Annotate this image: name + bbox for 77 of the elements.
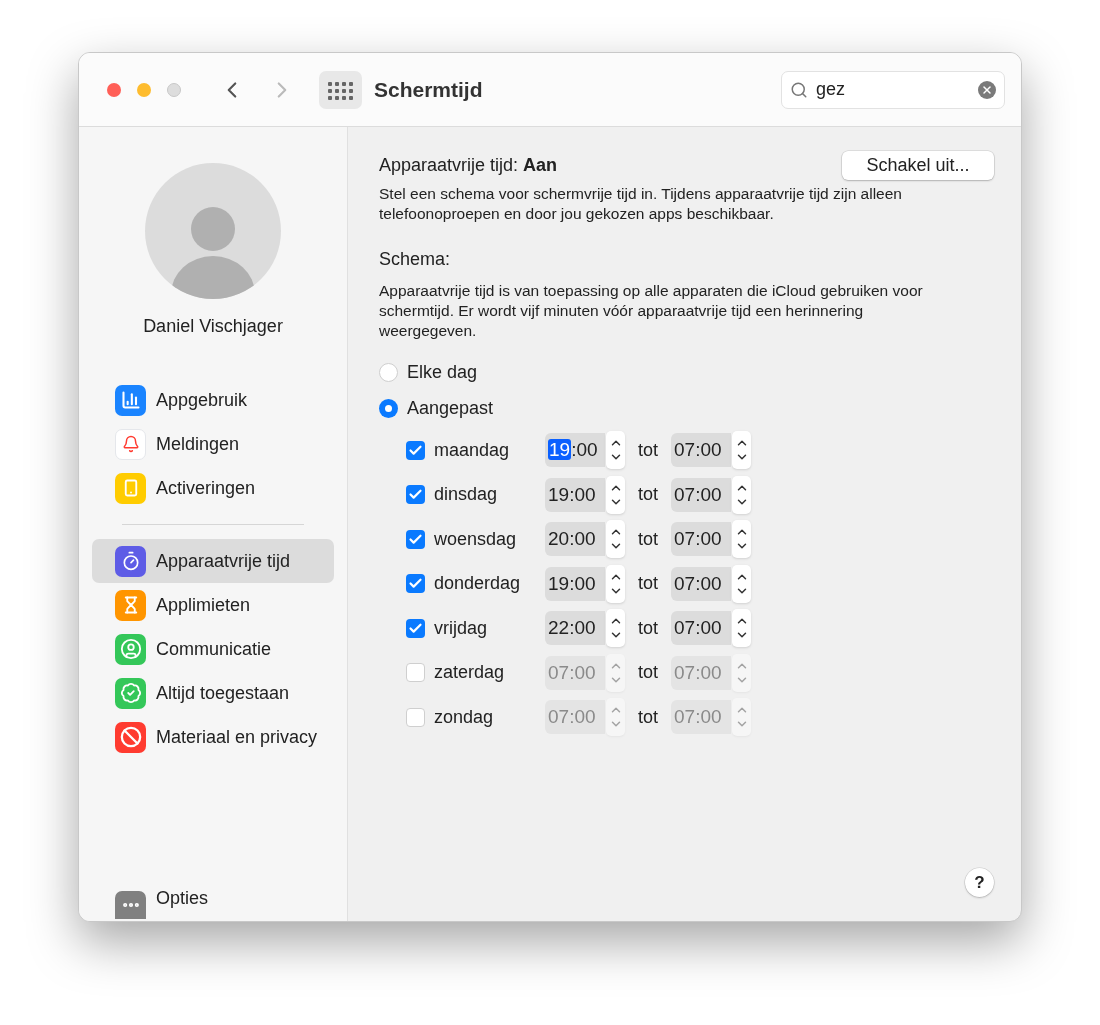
stepper-control[interactable] <box>732 609 751 648</box>
sidebar-item[interactable]: Meldingen <box>92 422 334 466</box>
checkbox[interactable] <box>406 529 425 549</box>
window-title: Schermtijd <box>374 76 483 103</box>
stepper-control[interactable] <box>732 475 751 514</box>
stepper-control[interactable] <box>606 520 625 559</box>
schedule-description: Apparaatvrije tijd is van toepassing op alle apparaten die iCloud gebruiken voor schermtijd. Er wordt vijf minuten vóór apparaatvrije tijd een herinnering weergegeven. <box>379 281 924 341</box>
sidebar-item[interactable]: Activeringen <box>92 466 334 510</box>
checkbox[interactable] <box>406 485 425 505</box>
time-field[interactable]: 07:00 <box>671 477 731 512</box>
search-field[interactable]: gez <box>781 70 1005 109</box>
time-field[interactable]: 19:00 <box>545 566 605 601</box>
radio-button[interactable] <box>379 363 398 382</box>
day-label: zondag <box>434 705 495 729</box>
day-label: dinsdag <box>434 483 499 507</box>
help-button[interactable]: ? <box>965 868 994 897</box>
user-name: Daniel Vischjager <box>143 315 283 338</box>
radio-button[interactable] <box>379 399 398 418</box>
sidebar-item[interactable]: Applimieten <box>92 583 334 627</box>
time-field[interactable]: 07:00 <box>671 566 731 601</box>
stepper-control[interactable] <box>732 431 751 470</box>
to-label: tot <box>637 661 659 685</box>
checkbox[interactable] <box>406 707 425 727</box>
ban-icon <box>115 721 146 753</box>
sidebar-item[interactable]: Appgebruik <box>92 378 334 422</box>
selected-hours: 19 <box>548 439 572 460</box>
time-field[interactable]: 20:00 <box>545 522 605 557</box>
stepper-control[interactable] <box>732 564 751 603</box>
bar-chart-icon <box>115 384 146 416</box>
to-label: tot <box>637 527 659 551</box>
search-text: gez <box>816 78 847 101</box>
intro-text: Stel een schema voor schermvrije tijd in. Tijdens apparaatvrije tijd zijn alleen telefoonoproepen en door jou gekozen apps beschikbaar. <box>379 184 903 224</box>
sidebar-item[interactable]: Communicatie <box>92 627 334 671</box>
to-label: tot <box>637 616 659 640</box>
clear-icon[interactable] <box>978 80 996 99</box>
time-field[interactable]: 19:00 <box>545 477 605 512</box>
timer-icon <box>115 545 146 577</box>
day-label: vrijdag <box>434 616 489 640</box>
stepper-control[interactable] <box>606 564 625 603</box>
close-button[interactable] <box>107 82 121 97</box>
stepper-control[interactable] <box>606 609 625 648</box>
to-label: tot <box>637 705 659 729</box>
checkbox[interactable] <box>406 663 425 683</box>
person-icon <box>115 633 146 665</box>
schedule-heading: Schema: <box>379 248 452 271</box>
hourglass-icon <box>115 589 146 621</box>
bell-icon <box>115 428 146 460</box>
options-label[interactable]: Opties <box>156 884 209 912</box>
to-label: tot <box>637 483 659 507</box>
radio-label[interactable]: Aangepast <box>407 395 494 422</box>
day-label: zaterdag <box>434 661 506 685</box>
checkbox[interactable] <box>406 574 425 594</box>
turn-off-button[interactable]: Schakel uit... <box>842 151 994 180</box>
time-field[interactable]: 07:00 <box>671 611 731 646</box>
time-field[interactable]: 07:00 <box>671 522 731 557</box>
checkbox[interactable] <box>406 440 425 460</box>
check-badge-icon <box>115 677 146 709</box>
sidebar-item[interactable]: Altijd toegestaan <box>92 671 334 715</box>
stepper-control[interactable] <box>606 475 625 514</box>
sidebar-item[interactable]: Apparaatvrije tijd <box>92 539 334 583</box>
to-label: tot <box>637 572 659 596</box>
checkbox[interactable] <box>406 618 425 638</box>
stepper-control[interactable] <box>606 431 625 470</box>
stepper-control[interactable] <box>732 520 751 559</box>
day-label: donderdag <box>434 572 522 596</box>
status-text: Apparaatvrije tijd: Aan <box>379 154 558 177</box>
to-label: tot <box>637 438 659 462</box>
radio-label[interactable]: Elke dag <box>407 359 478 386</box>
sidebar-item[interactable]: Materiaal en privacy <box>92 715 334 759</box>
time-field[interactable]: 22:00 <box>545 611 605 646</box>
search-icon <box>790 80 808 99</box>
grid-button[interactable] <box>319 70 362 109</box>
time-field[interactable]: 19:00 <box>545 433 605 468</box>
day-label: maandag <box>434 438 511 462</box>
time-field[interactable]: 07:00 <box>671 433 731 468</box>
ellipsis-icon[interactable] <box>115 891 146 919</box>
day-label: woensdag <box>434 527 518 551</box>
